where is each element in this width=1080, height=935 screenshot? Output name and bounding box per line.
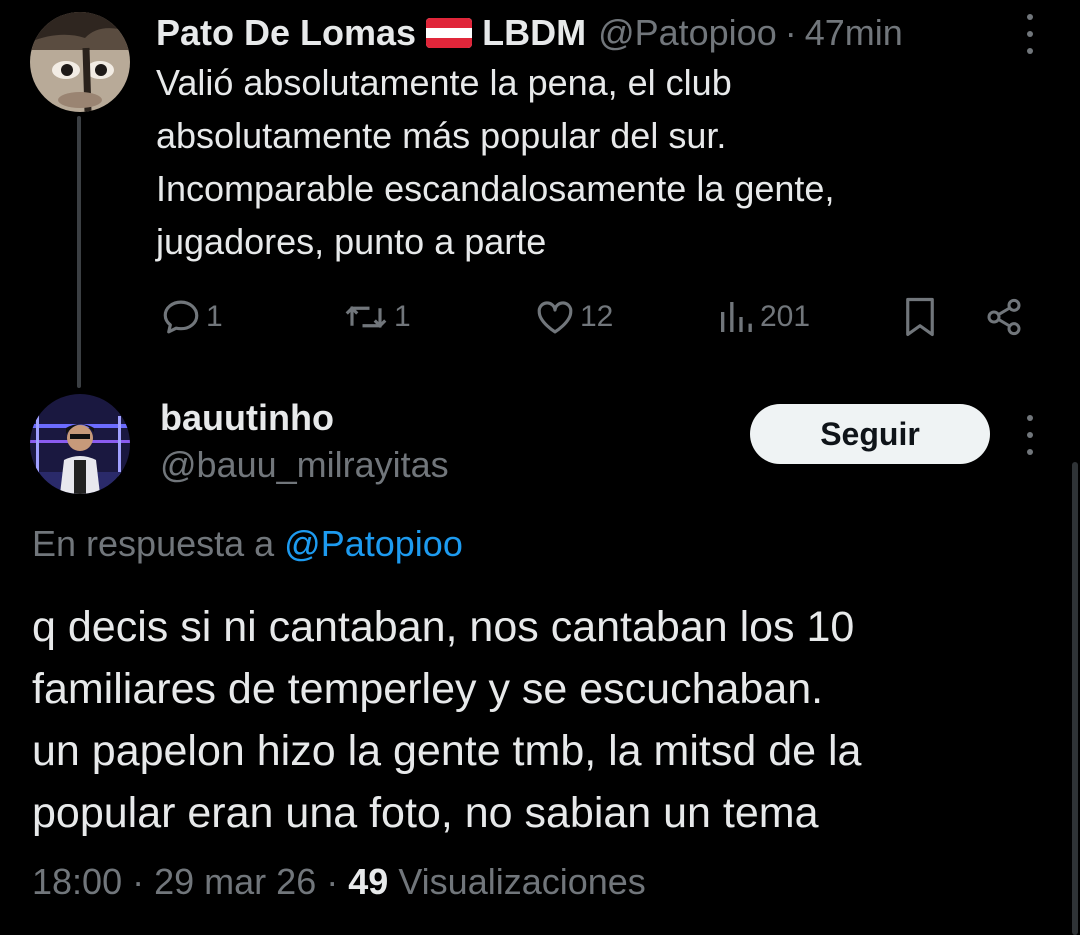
heart-icon <box>537 301 573 334</box>
share-action[interactable] <box>984 292 1024 342</box>
reply-date[interactable]: 29 mar 26 <box>154 861 316 902</box>
header-separator: · <box>784 12 797 53</box>
parent-tweet-header: Pato De Lomas LBDM @Patopioo · 47min <box>156 10 903 56</box>
reply-views-label[interactable]: Visualizaciones <box>398 861 645 902</box>
meta-separator-2: · <box>326 861 339 902</box>
reply-meta: 18:00 · 29 mar 26 · 49 Visualizaciones <box>32 858 646 906</box>
like-action[interactable]: 12 <box>534 292 613 342</box>
reply-display-name[interactable]: bauutinho <box>160 395 334 441</box>
reply-views-count[interactable]: 49 <box>348 861 388 902</box>
in-reply-prefix: En respuesta a <box>32 523 275 564</box>
parent-display-name[interactable]: Pato De Lomas <box>156 10 416 56</box>
parent-timestamp[interactable]: 47min <box>805 10 903 56</box>
in-reply-mention-link[interactable]: @Patopioo <box>284 523 463 564</box>
views-count: 201 <box>760 300 811 333</box>
speech-bubble-icon <box>163 300 199 334</box>
like-count: 12 <box>580 300 614 333</box>
views-action[interactable]: 201 <box>716 292 810 342</box>
bookmark-action[interactable] <box>902 292 938 342</box>
reply-avatar[interactable] <box>30 394 130 494</box>
austria-flag-icon <box>426 18 473 48</box>
scrollbar[interactable] <box>1072 462 1078 935</box>
repost-action[interactable]: 1 <box>342 292 411 342</box>
reply-tweet-text: q decis si ni cantaban, nos cantaban los… <box>32 603 862 837</box>
repost-count: 1 <box>394 300 411 333</box>
reply-count: 1 <box>206 300 223 333</box>
bookmark-icon <box>906 297 934 337</box>
thread-connector-line <box>77 116 81 388</box>
reply-more-icon[interactable] <box>1020 415 1040 455</box>
meta-separator: · <box>132 861 145 902</box>
share-nodes-icon <box>987 298 1021 336</box>
follow-button[interactable]: Seguir <box>750 404 990 464</box>
parent-more-icon[interactable] <box>1020 14 1040 54</box>
in-reply-to: En respuesta a @Patopioo <box>32 520 463 568</box>
reply-time[interactable]: 18:00 <box>32 861 122 902</box>
reply-action[interactable]: 1 <box>160 292 223 342</box>
parent-avatar[interactable] <box>30 12 130 112</box>
parent-tweet-text: Valió absolutamente la pena, el club abs… <box>156 62 835 262</box>
bar-chart-icon <box>721 302 752 332</box>
parent-handle[interactable]: @Patopioo <box>598 10 777 56</box>
parent-name-suffix[interactable]: LBDM <box>482 10 586 56</box>
repost-arrows-icon <box>345 306 387 328</box>
reply-handle[interactable]: @bauu_milrayitas <box>160 442 449 488</box>
